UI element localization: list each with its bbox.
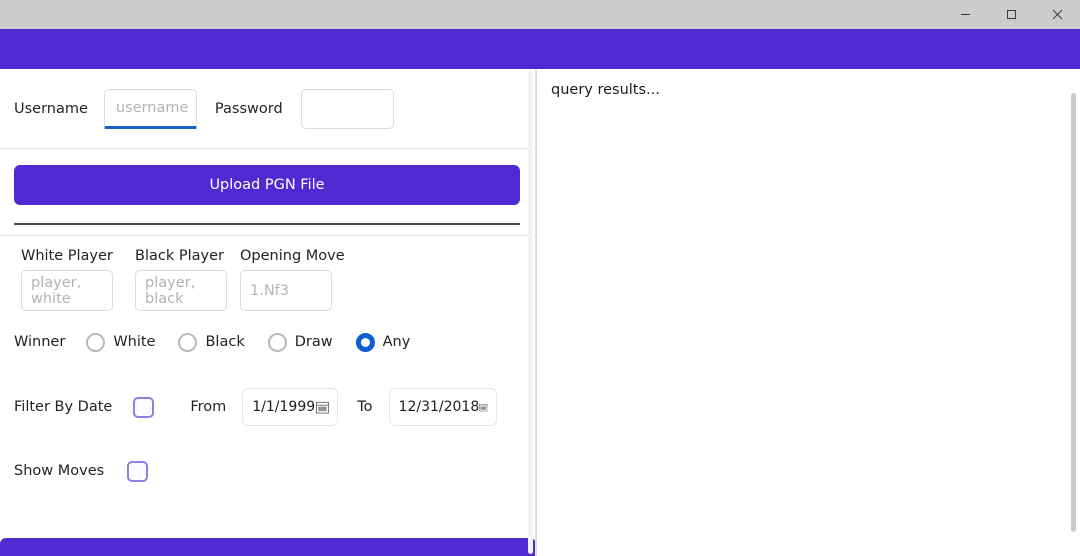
left-pane-scrollbar[interactable] <box>528 71 533 554</box>
winner-option-any[interactable]: Any <box>356 333 411 352</box>
username-label: Username <box>14 101 88 117</box>
submit-query-button[interactable] <box>0 538 536 556</box>
minimize-button[interactable] <box>942 0 988 29</box>
section-divider <box>14 223 520 225</box>
winner-label: Winner <box>14 334 65 350</box>
app-window: Username username Password Upload PGN Fi… <box>0 0 1080 556</box>
credentials-section: Username username Password <box>0 69 535 149</box>
black-player-label: Black Player <box>135 248 227 264</box>
scrollbar-thumb[interactable] <box>528 71 533 554</box>
to-date-value: 12/31/2018 <box>399 399 480 415</box>
winner-option-white-label: White <box>113 334 155 350</box>
radio-icon <box>86 333 105 352</box>
results-scrollbar[interactable] <box>1071 93 1076 532</box>
white-player-label: White Player <box>21 248 113 264</box>
query-form-panel: Username username Password Upload PGN Fi… <box>0 69 536 556</box>
maximize-button[interactable] <box>988 0 1034 29</box>
from-date-value: 1/1/1999 <box>252 399 315 415</box>
white-player-input[interactable]: player, white <box>21 270 113 311</box>
minimize-icon <box>960 9 971 20</box>
winner-option-black-label: Black <box>205 334 244 350</box>
white-player-field: White Player player, white <box>21 248 113 311</box>
winner-row: Winner White Black Draw <box>0 311 535 373</box>
radio-icon <box>178 333 197 352</box>
title-bar <box>0 0 1080 29</box>
black-player-placeholder: player, black <box>145 275 217 307</box>
opening-move-input[interactable]: 1.Nf3 <box>240 270 332 311</box>
username-placeholder: username <box>116 100 189 116</box>
to-label: To <box>357 399 372 415</box>
show-moves-row: Show Moves <box>0 441 535 501</box>
show-moves-checkbox[interactable] <box>127 461 148 482</box>
show-moves-label: Show Moves <box>14 463 104 479</box>
close-button[interactable] <box>1034 0 1080 29</box>
winner-option-black[interactable]: Black <box>178 333 244 352</box>
username-input[interactable]: username <box>104 89 197 129</box>
close-icon <box>1052 9 1063 20</box>
brand-header-bar <box>0 29 1080 69</box>
filter-by-date-checkbox[interactable] <box>133 397 154 418</box>
password-input[interactable] <box>301 89 394 129</box>
calendar-icon[interactable] <box>479 401 487 414</box>
black-player-input[interactable]: player, black <box>135 270 227 311</box>
credentials-row: Username username Password <box>0 69 535 148</box>
winner-option-draw[interactable]: Draw <box>268 333 333 352</box>
results-placeholder-text: query results... <box>551 82 660 98</box>
radio-selected-icon <box>356 333 375 352</box>
maximize-icon <box>1006 9 1017 20</box>
winner-option-draw-label: Draw <box>295 334 333 350</box>
winner-option-white[interactable]: White <box>86 333 155 352</box>
date-filter-row: Filter By Date From 1/1/1999 To 12/31/2 <box>0 373 535 441</box>
upload-section: Upload PGN File <box>0 149 535 236</box>
opening-move-label: Opening Move <box>240 248 345 264</box>
player-fields-row: White Player player, white Black Player … <box>0 236 535 311</box>
results-panel: query results... <box>536 69 1080 556</box>
opening-move-placeholder: 1.Nf3 <box>250 283 289 299</box>
winner-option-any-label: Any <box>383 334 411 350</box>
black-player-field: Black Player player, black <box>135 248 227 311</box>
from-label: From <box>190 399 226 415</box>
calendar-icon[interactable] <box>316 401 329 414</box>
filter-by-date-label: Filter By Date <box>14 399 112 415</box>
upload-pgn-button[interactable]: Upload PGN File <box>14 165 520 205</box>
radio-icon <box>268 333 287 352</box>
scrollbar-thumb[interactable] <box>1071 93 1076 532</box>
opening-move-field: Opening Move 1.Nf3 <box>240 248 345 311</box>
search-criteria-section: White Player player, white Black Player … <box>0 236 535 501</box>
from-date-input[interactable]: 1/1/1999 <box>242 388 338 426</box>
password-label: Password <box>215 101 283 117</box>
to-date-input[interactable]: 12/31/2018 <box>389 388 497 426</box>
white-player-placeholder: player, white <box>31 275 103 307</box>
main-content: Username username Password Upload PGN Fi… <box>0 69 1080 556</box>
